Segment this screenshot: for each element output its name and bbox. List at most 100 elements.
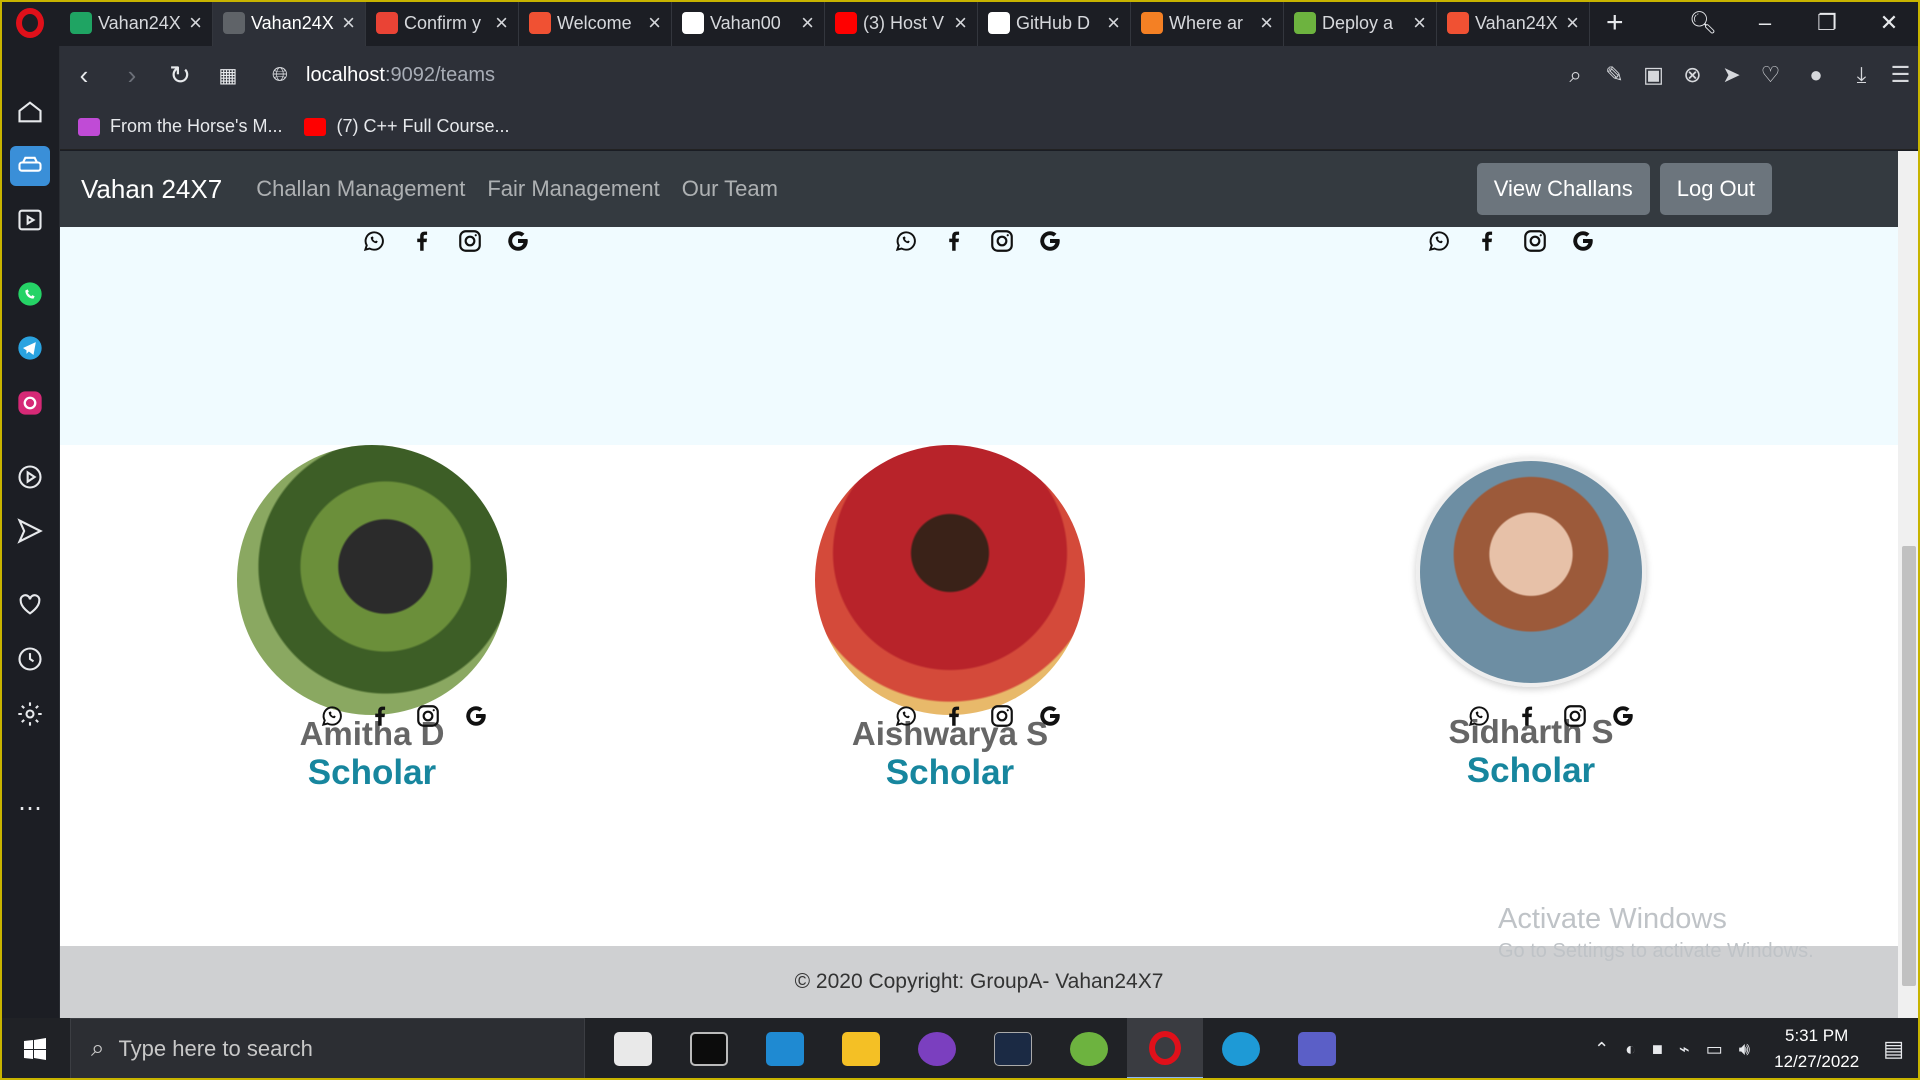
nav-challan-management[interactable]: Challan Management xyxy=(256,176,465,202)
browser-tab[interactable]: Vahan24X7 × xyxy=(60,0,213,46)
notification-icon[interactable]: ▤ xyxy=(1883,1036,1904,1062)
mail-app-icon[interactable] xyxy=(595,1018,671,1080)
facebook-icon[interactable] xyxy=(356,696,404,736)
instagram-icon[interactable] xyxy=(446,221,494,261)
camera-icon[interactable]: ▣ xyxy=(1634,62,1673,88)
instagram-icon[interactable] xyxy=(404,696,452,736)
browser-tab[interactable]: GitHub D × xyxy=(978,0,1131,46)
google-icon[interactable] xyxy=(1026,696,1074,736)
search-page-icon[interactable]: ⌕ xyxy=(1556,62,1595,88)
browser-tab[interactable]: Confirm y × xyxy=(366,0,519,46)
browser-tab[interactable]: Vahan24X7 × xyxy=(213,0,366,46)
back-button[interactable]: ‹ xyxy=(60,46,108,104)
vscode-app-icon[interactable] xyxy=(747,1018,823,1080)
profile-avatar-icon[interactable]: ● xyxy=(1790,62,1842,88)
google-icon[interactable] xyxy=(494,221,542,261)
scrollbar-thumb[interactable] xyxy=(1902,546,1916,986)
whatsapp-icon[interactable] xyxy=(350,221,398,261)
teams-app-icon[interactable] xyxy=(1279,1018,1355,1080)
close-tab-icon[interactable]: × xyxy=(342,10,355,36)
bookmark-item[interactable]: From the Horse's M... xyxy=(78,116,282,137)
history-icon[interactable] xyxy=(10,639,50,679)
telegram-icon[interactable] xyxy=(10,328,50,368)
close-tab-icon[interactable]: × xyxy=(801,10,814,36)
teams-tray-icon[interactable]: ■ xyxy=(1652,1039,1663,1060)
instagram-icon[interactable] xyxy=(978,221,1026,261)
instagram-icon[interactable] xyxy=(1511,221,1559,261)
close-tab-icon[interactable]: × xyxy=(189,10,202,36)
adblock-icon[interactable]: ⊗ xyxy=(1673,62,1712,88)
whatsapp-icon[interactable] xyxy=(882,696,930,736)
opera-app-icon[interactable] xyxy=(1127,1018,1203,1080)
nav-fair-management[interactable]: Fair Management xyxy=(487,176,659,202)
close-tab-icon[interactable]: × xyxy=(648,10,661,36)
whatsapp-icon[interactable] xyxy=(1415,221,1463,261)
page-scrollbar[interactable] xyxy=(1898,151,1920,1018)
car-icon[interactable] xyxy=(10,146,50,186)
reload-button[interactable]: ↻ xyxy=(156,46,204,104)
browser-tab[interactable]: Where ar × xyxy=(1131,0,1284,46)
home-icon[interactable] xyxy=(10,92,50,132)
google-icon[interactable] xyxy=(1559,221,1607,261)
more-options-icon[interactable]: ⋯ xyxy=(10,788,50,828)
instagram-icon[interactable] xyxy=(1551,696,1599,736)
browser-tab[interactable]: Vahan24X × xyxy=(1437,0,1590,46)
taskbar-search-input[interactable]: ⌕ Type here to search xyxy=(70,1018,585,1080)
network-globe-icon[interactable]: ◐ xyxy=(1625,1039,1636,1060)
forward-button[interactable]: › xyxy=(108,46,156,104)
whatsapp-icon[interactable] xyxy=(10,274,50,314)
flow-send-icon[interactable]: ➤ xyxy=(1712,62,1751,88)
spring-tool-icon[interactable] xyxy=(1051,1018,1127,1080)
close-tab-icon[interactable]: × xyxy=(1107,10,1120,36)
heart-icon[interactable] xyxy=(10,584,50,624)
instagram-icon[interactable] xyxy=(978,696,1026,736)
wifi-icon[interactable]: ⌁ xyxy=(1679,1039,1690,1060)
minimize-button[interactable]: – xyxy=(1734,10,1796,36)
url-field[interactable]: 🌐︎ localhost:9092/teams xyxy=(272,55,495,95)
tab-grid-icon[interactable]: ▦ xyxy=(204,46,252,104)
windows-start-button[interactable] xyxy=(0,1018,70,1080)
player-icon[interactable] xyxy=(10,200,50,240)
nav-our-team[interactable]: Our Team xyxy=(682,176,778,202)
file-explorer-icon[interactable] xyxy=(823,1018,899,1080)
favorite-heart-icon[interactable]: ♡ xyxy=(1751,62,1790,88)
easy-setup-icon[interactable]: ☰ xyxy=(1881,62,1920,88)
facebook-icon[interactable] xyxy=(1503,696,1551,736)
google-icon[interactable] xyxy=(1026,221,1074,261)
log-out-button[interactable]: Log Out xyxy=(1659,163,1772,215)
whatsapp-icon[interactable] xyxy=(1455,696,1503,736)
opera-logo-icon[interactable] xyxy=(0,0,60,46)
new-tab-button[interactable]: + xyxy=(1606,6,1624,40)
browser-tab[interactable]: Vahan00 × xyxy=(672,0,825,46)
browser-tab[interactable]: Welcome × xyxy=(519,0,672,46)
facebook-icon[interactable] xyxy=(398,221,446,261)
restore-button[interactable]: ❐ xyxy=(1796,10,1858,36)
close-tab-icon[interactable]: × xyxy=(954,10,967,36)
instagram-icon[interactable] xyxy=(10,383,50,423)
search-tabs-icon[interactable]: 🔍︎ xyxy=(1672,10,1734,36)
whatsapp-icon[interactable] xyxy=(882,221,930,261)
send-icon[interactable] xyxy=(10,511,50,551)
bookmark-item[interactable]: (7) C++ Full Course... xyxy=(304,116,510,137)
close-window-button[interactable]: ✕ xyxy=(1858,10,1920,36)
close-tab-icon[interactable]: × xyxy=(1413,10,1426,36)
github-desktop-icon[interactable] xyxy=(899,1018,975,1080)
close-tab-icon[interactable]: × xyxy=(495,10,508,36)
clock[interactable]: 5:31 PM 12/27/2022 xyxy=(1774,1023,1859,1075)
close-tab-icon[interactable]: × xyxy=(1260,10,1273,36)
battery-icon[interactable]: ▭ xyxy=(1706,1039,1723,1060)
brand-link[interactable]: Vahan 24X7 xyxy=(81,174,222,205)
edit-icon[interactable]: ✎ xyxy=(1595,62,1634,88)
settings-gear-icon[interactable] xyxy=(10,694,50,734)
mysql-app-icon[interactable] xyxy=(975,1018,1051,1080)
video-icon[interactable] xyxy=(10,457,50,497)
close-tab-icon[interactable]: × xyxy=(1566,10,1579,36)
facebook-icon[interactable] xyxy=(930,696,978,736)
whatsapp-icon[interactable] xyxy=(308,696,356,736)
facebook-icon[interactable] xyxy=(1463,221,1511,261)
browser-tab[interactable]: Deploy a × xyxy=(1284,0,1437,46)
volume-icon[interactable]: 🔊︎ xyxy=(1739,1039,1750,1060)
edge-app-icon[interactable] xyxy=(1203,1018,1279,1080)
download-icon[interactable]: ⤓ xyxy=(1842,62,1881,88)
google-icon[interactable] xyxy=(452,696,500,736)
